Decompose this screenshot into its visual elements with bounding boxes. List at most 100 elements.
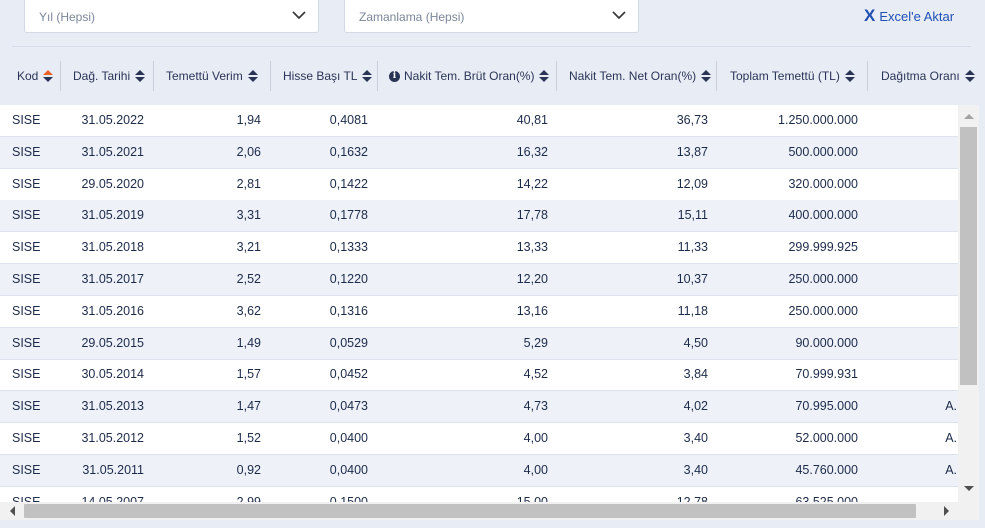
cell-net: 36,73 — [676, 113, 708, 127]
table-row[interactable]: SISE 31.05.2019 3,31 0,1778 17,78 15,11 400.00… — [0, 200, 958, 233]
cell-net: 3,84 — [683, 367, 708, 382]
cell-net: 13,87 — [676, 144, 708, 159]
cell-tarih: 31.05.2011 — [82, 462, 144, 477]
table-row[interactable]: SISE 31.05.2022 1,94 0,4081 40,81 36,73 1.250.… — [0, 105, 958, 137]
cell-oran — [867, 137, 957, 168]
column-header-nakit-net-oran[interactable]: Nakit Tem. Net Oran(%) — [569, 47, 712, 105]
scroll-up-arrow-icon[interactable] — [964, 114, 974, 119]
vertical-scrollbar[interactable] — [958, 105, 979, 502]
cell-brut: 4,52 — [523, 367, 548, 382]
table-row[interactable]: SISE 31.05.2017 2,52 0,1220 12,20 10,37 250.00… — [0, 264, 958, 296]
column-separator — [153, 61, 154, 91]
cell-tarih: 31.05.2013 — [81, 399, 144, 414]
cell-net: 4,02 — [683, 399, 708, 414]
cell-verim: 1,52 — [236, 431, 261, 445]
cell-tarih: 29.05.2020 — [81, 176, 144, 191]
cell-verim: 1,94 — [236, 113, 261, 127]
column-label: Dağ. Tarihi — [73, 69, 131, 83]
table-row[interactable]: SISE 31.05.2012 1,52 0,0400 4,00 3,40 52.000.0… — [0, 423, 958, 455]
cell-tarih: 31.05.2021 — [81, 144, 144, 159]
cell-oran — [867, 264, 957, 295]
table-row[interactable]: SISE 31.05.2013 1,47 0,0473 4,73 4,02 70.995.0… — [0, 391, 958, 424]
excel-x-icon: X — [864, 6, 876, 25]
cell-brut: 15,00 — [516, 494, 548, 502]
sort-icon — [362, 70, 373, 82]
cell-toplam: 52.000.000 — [795, 431, 858, 445]
column-header-nakit-brut-oran[interactable]: i Nakit Tem. Brüt Oran(%) — [389, 47, 550, 105]
cell-tarih: 14.05.2007 — [81, 494, 144, 502]
cell-toplam: 320.000.000 — [788, 176, 858, 191]
column-header-hisse-basi-tl[interactable]: Hisse Başı TL — [283, 47, 373, 105]
cell-net: 11,33 — [677, 240, 708, 255]
column-header-temettu-verim[interactable]: Temettü Verim — [166, 47, 258, 105]
cell-net: 11,18 — [677, 303, 708, 318]
cell-tarih: 31.05.2019 — [81, 208, 144, 223]
info-icon[interactable]: i — [389, 70, 400, 82]
cell-toplam: 90.000.000 — [795, 335, 858, 350]
column-label: Toplam Temettü (TL) — [730, 69, 840, 83]
cell-oran — [867, 169, 957, 200]
cell-verim: 2,52 — [236, 272, 261, 286]
column-header-kod[interactable]: Kod — [17, 47, 54, 105]
cell-tarih: 31.05.2017 — [81, 272, 144, 286]
cell-brut: 5,29 — [523, 335, 548, 350]
cell-tarih: 30.05.2014 — [81, 367, 144, 382]
cell-brut: 4,73 — [523, 399, 548, 414]
table-body: SISE 31.05.2022 1,94 0,4081 40,81 36,73 1.250.… — [0, 105, 958, 502]
table-row[interactable]: SISE 31.05.2018 3,21 0,1333 13,33 11,33 299.99… — [0, 232, 958, 265]
cell-toplam: 299.999.925 — [788, 240, 858, 255]
cell-verim: 3,21 — [236, 240, 261, 255]
column-header-dagitma-orani[interactable]: Dağıtma Oranı — [881, 47, 975, 105]
column-label: Nakit Tem. Brüt Oran(%) — [404, 69, 535, 83]
cell-verim: 3,62 — [236, 303, 261, 318]
cell-tarih: 29.05.2015 — [81, 335, 144, 350]
year-filter-select[interactable]: Yıl (Hepsi) — [24, 0, 319, 33]
column-label: Nakit Tem. Net Oran(%) — [569, 69, 697, 83]
column-header-dag-tarihi[interactable]: Dağ. Tarihi — [73, 47, 146, 105]
cell-hisse: 0,1220 — [329, 272, 368, 286]
sort-icon — [701, 70, 712, 82]
cell-verim: 1,57 — [236, 367, 261, 382]
table-row[interactable]: SISE 14.05.2007 2,99 0,1500 15,00 12,78 63.525… — [0, 487, 958, 502]
horizontal-scrollbar[interactable] — [0, 502, 958, 520]
table-row[interactable]: SISE 30.05.2014 1,57 0,0452 4,52 3,84 70.999.9… — [0, 359, 958, 392]
column-separator — [60, 61, 61, 91]
cell-verim: 3,31 — [236, 208, 261, 223]
vertical-scroll-thumb[interactable] — [960, 127, 977, 385]
cell-tarih: 31.05.2018 — [81, 240, 144, 255]
cell-net: 15,11 — [677, 208, 708, 223]
cell-hisse: 0,1333 — [329, 240, 368, 255]
cell-toplam: 63.525.000 — [795, 494, 858, 502]
cell-hisse: 0,0400 — [329, 431, 368, 445]
table-row[interactable]: SISE 31.05.2021 2,06 0,1632 16,32 13,87 500.00… — [0, 136, 958, 169]
cell-hisse: 0,1632 — [329, 144, 368, 159]
scroll-right-arrow-icon[interactable] — [944, 506, 949, 516]
table-row[interactable]: SISE 31.05.2011 0,92 0,0400 4,00 3,40 45.760.0… — [0, 454, 958, 487]
cell-oran: A. — [945, 462, 957, 477]
sort-icon — [43, 70, 54, 82]
cell-tarih: 31.05.2012 — [81, 431, 144, 445]
cell-net: 4,50 — [683, 335, 708, 350]
chevron-down-icon — [292, 11, 306, 20]
cell-toplam: 45.760.000 — [795, 462, 858, 477]
cell-hisse: 0,0529 — [329, 335, 368, 350]
excel-export-button[interactable]: X Excel'e Aktar — [864, 6, 955, 25]
cell-net: 12,78 — [676, 494, 708, 502]
column-separator — [270, 61, 271, 91]
cell-brut: 14,22 — [516, 176, 548, 191]
column-header-toplam-temettu[interactable]: Toplam Temettü (TL) — [730, 47, 855, 105]
horizontal-scroll-thumb[interactable] — [24, 504, 916, 518]
sort-icon — [844, 70, 855, 82]
table-row[interactable]: SISE 29.05.2020 2,81 0,1422 14,22 12,09 320.00… — [0, 169, 958, 201]
cell-toplam: 250.000.000 — [788, 303, 858, 318]
cell-toplam: 250.000.000 — [788, 272, 858, 286]
table-row[interactable]: SISE 29.05.2015 1,49 0,0529 5,29 4,50 90.000.0… — [0, 327, 958, 360]
table-row[interactable]: SISE 31.05.2016 3,62 0,1316 13,16 11,18 250.00… — [0, 296, 958, 328]
cell-verim: 2,99 — [236, 494, 261, 502]
excel-export-label: Excel'e Aktar — [879, 8, 955, 24]
scroll-left-arrow-icon[interactable] — [10, 506, 15, 516]
cell-oran — [867, 105, 957, 136]
scroll-down-arrow-icon[interactable] — [964, 486, 974, 491]
timing-filter-select[interactable]: Zamanlama (Hepsi) — [344, 0, 639, 33]
cell-oran — [867, 359, 957, 390]
